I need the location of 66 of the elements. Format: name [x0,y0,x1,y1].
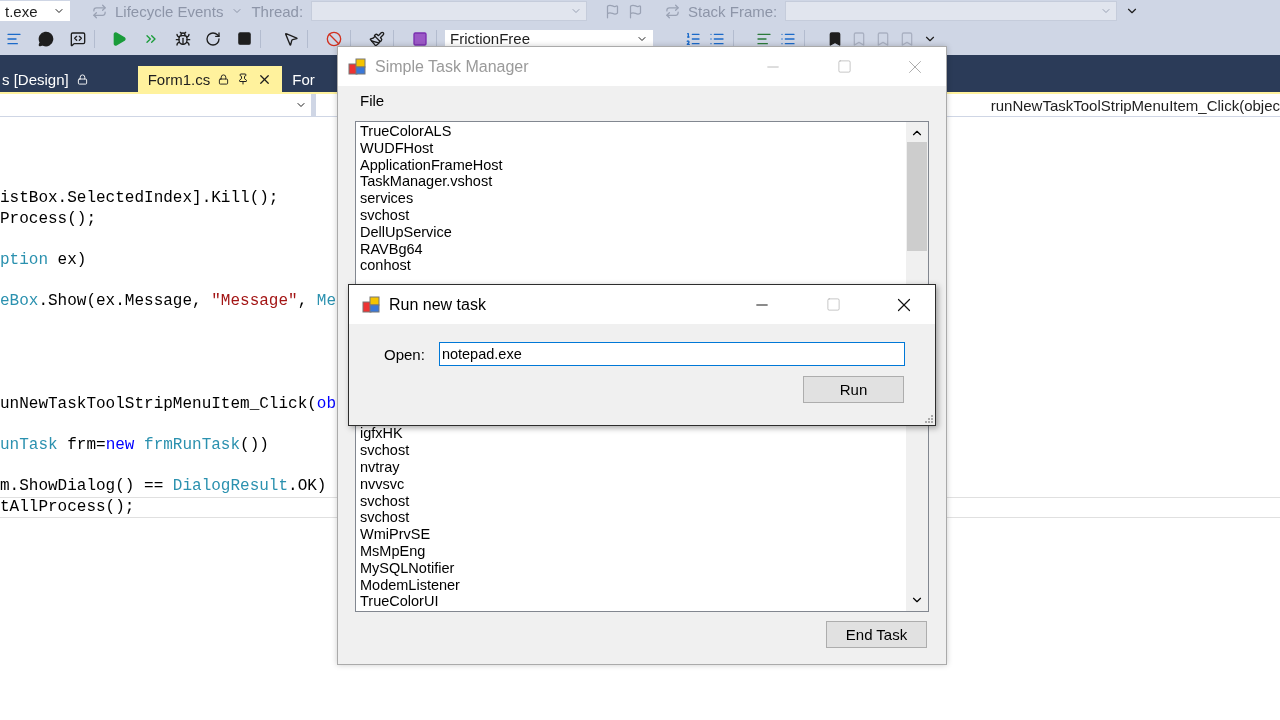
thread-label: Thread: [251,2,304,20]
code-line: m.ShowDialog() == DialogResult.OK) [0,477,327,497]
window-title: Simple Task Manager [375,57,530,76]
list-item[interactable]: ModemListener [360,576,460,594]
open-label: Open: [384,345,425,363]
configuration-dropdown[interactable]: FrictionFree [445,29,653,48]
bookmark-icon[interactable] [827,30,843,47]
list-item[interactable]: RAVBg64 [360,240,423,258]
code-line: eBox.Show(ex.Message, "Message", Me [0,291,337,311]
list-item[interactable]: WUDFHost [360,139,434,157]
list-item[interactable]: svchost [360,509,410,527]
bug-icon[interactable] [175,30,191,47]
list-item[interactable]: TaskManager.vshost [360,173,493,191]
code-line: istBox.SelectedIndex].Kill(); [0,189,279,208]
code-line: unTask frm=new frmRunTask()) [0,436,269,456]
list-item[interactable]: services [360,190,414,207]
list-item[interactable]: nvvsvc [360,475,405,493]
stack-frame-icon[interactable] [665,3,681,19]
pin-icon[interactable] [237,73,250,85]
list-item[interactable]: DellUpService [360,223,452,241]
lock-icon[interactable] [76,73,88,85]
flag-icon[interactable] [628,3,644,19]
app-icon [348,57,366,76]
list-item[interactable]: WmiPrvSE [360,526,431,543]
document-tab[interactable]: s [Design] [0,66,98,92]
list-item[interactable]: svchost [360,442,410,459]
list-item[interactable]: MySQLNotifier [360,559,455,577]
list-item[interactable]: ApplicationFrameHost [360,156,503,174]
end-task-button[interactable]: End Task [826,621,927,648]
list-item[interactable]: conhost [360,257,411,275]
resize-grip-icon[interactable] [924,414,933,423]
list-item[interactable]: TrueColorALS [360,123,452,140]
list-item[interactable]: svchost [360,492,410,510]
code-line: unNewTaskToolStripMenuItem_Click(ob [0,394,337,414]
code-line: ption ex) [0,250,87,270]
lock-icon[interactable] [218,73,230,85]
brush-icon[interactable] [369,30,385,47]
document-tab[interactable]: Form1.cs [137,66,283,92]
flag-icon[interactable] [605,3,621,19]
code-line: tAllProcess(); [0,497,135,517]
list-item[interactable]: svchost [360,207,410,224]
lifecycle-icon[interactable] [92,3,107,19]
menu-item[interactable]: File [360,91,385,109]
member-dropdown[interactable]: runNewTaskToolStripMenuItem_Click(objec [990,96,1280,114]
restart-icon[interactable] [205,30,221,47]
no-entry-icon[interactable] [326,30,342,47]
stop-icon[interactable] [237,31,252,46]
document-tab[interactable]: For [282,66,325,92]
code-line: Process(); [0,209,96,229]
list-item[interactable]: MsMpEng [360,542,426,560]
app-icon [362,295,380,314]
startup-dropdown[interactable]: t.exe [0,1,70,21]
play-icon[interactable] [111,30,127,47]
pointer-icon[interactable] [283,30,299,47]
dialog-title: Run new task [389,295,487,314]
list-item[interactable]: TrueColorUI [360,593,439,611]
framed-square-icon[interactable] [412,30,428,47]
stack-frame-label: Stack Frame: [688,2,778,20]
list-item[interactable]: igfxHK [360,425,403,443]
run-button[interactable]: Run [803,376,904,403]
open-field[interactable]: notepad.exe [438,342,905,366]
comment-icon[interactable] [38,30,54,47]
scroll-thumb[interactable] [907,142,927,251]
comment-code-icon[interactable] [70,30,86,47]
list-item[interactable]: nvtray [360,458,400,476]
list-icon[interactable] [685,30,701,47]
